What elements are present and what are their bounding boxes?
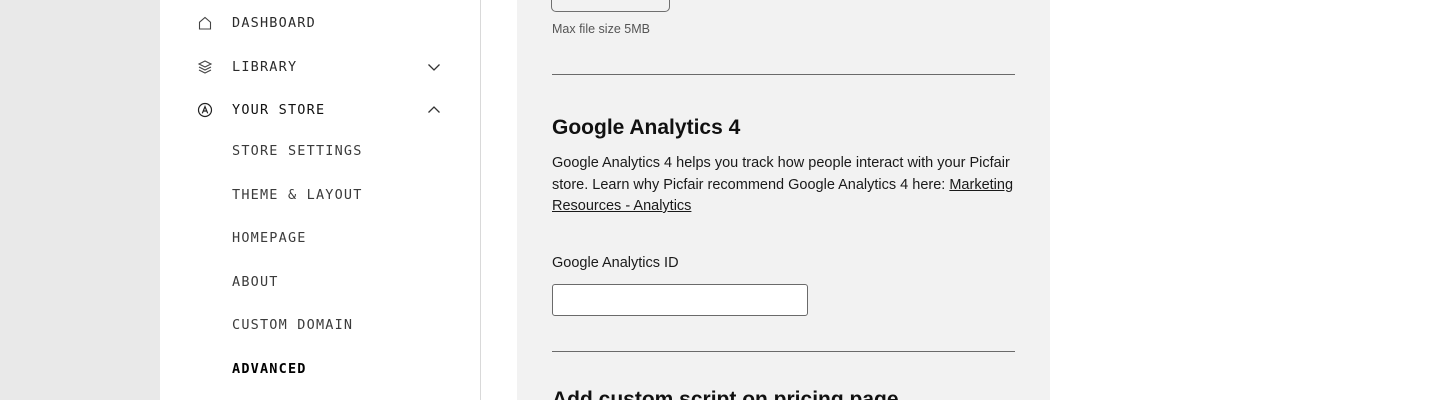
sidebar-subitem-advanced[interactable]: ADVANCED (232, 361, 307, 383)
sidebar-item-library[interactable]: LIBRARY (196, 55, 297, 79)
settings-panel: Max file size 5MB Google Analytics 4 Goo… (517, 0, 1050, 400)
sidebar-subitem-theme-layout[interactable]: THEME & LAYOUT (232, 187, 363, 209)
sidebar: DASHBOARD LIBRARY YOUR STORE STORE SETTI… (160, 0, 481, 400)
sidebar-item-label: YOUR STORE (232, 102, 326, 118)
sidebar-item-label: DASHBOARD (232, 15, 316, 31)
file-upload-button[interactable] (551, 0, 670, 12)
sidebar-item-label: LIBRARY (232, 59, 298, 75)
section-title-google-analytics: Google Analytics 4 (552, 116, 741, 139)
chevron-up-icon[interactable] (426, 102, 442, 118)
section-title-custom-script: Add custom script on pricing page (552, 388, 899, 400)
section-divider (552, 74, 1015, 75)
store-icon (196, 101, 214, 119)
section-divider (552, 351, 1015, 352)
chevron-down-icon[interactable] (426, 59, 442, 75)
description-text: Google Analytics 4 helps you track how p… (552, 155, 1010, 193)
sidebar-item-your-store[interactable]: YOUR STORE (196, 98, 325, 122)
home-icon (196, 14, 214, 32)
sidebar-subitem-custom-domain[interactable]: CUSTOM DOMAIN (232, 317, 353, 339)
analytics-id-input[interactable] (552, 284, 808, 316)
layers-icon (196, 58, 214, 76)
sidebar-subitem-homepage[interactable]: HOMEPAGE (232, 230, 307, 252)
section-description: Google Analytics 4 helps you track how p… (552, 153, 1022, 218)
sidebar-item-dashboard[interactable]: DASHBOARD (196, 11, 316, 35)
sidebar-subitem-about[interactable]: ABOUT (232, 274, 279, 296)
analytics-id-label: Google Analytics ID (552, 255, 679, 271)
sidebar-subitem-store-settings[interactable]: STORE SETTINGS (232, 143, 363, 165)
upload-hint: Max file size 5MB (552, 22, 650, 36)
